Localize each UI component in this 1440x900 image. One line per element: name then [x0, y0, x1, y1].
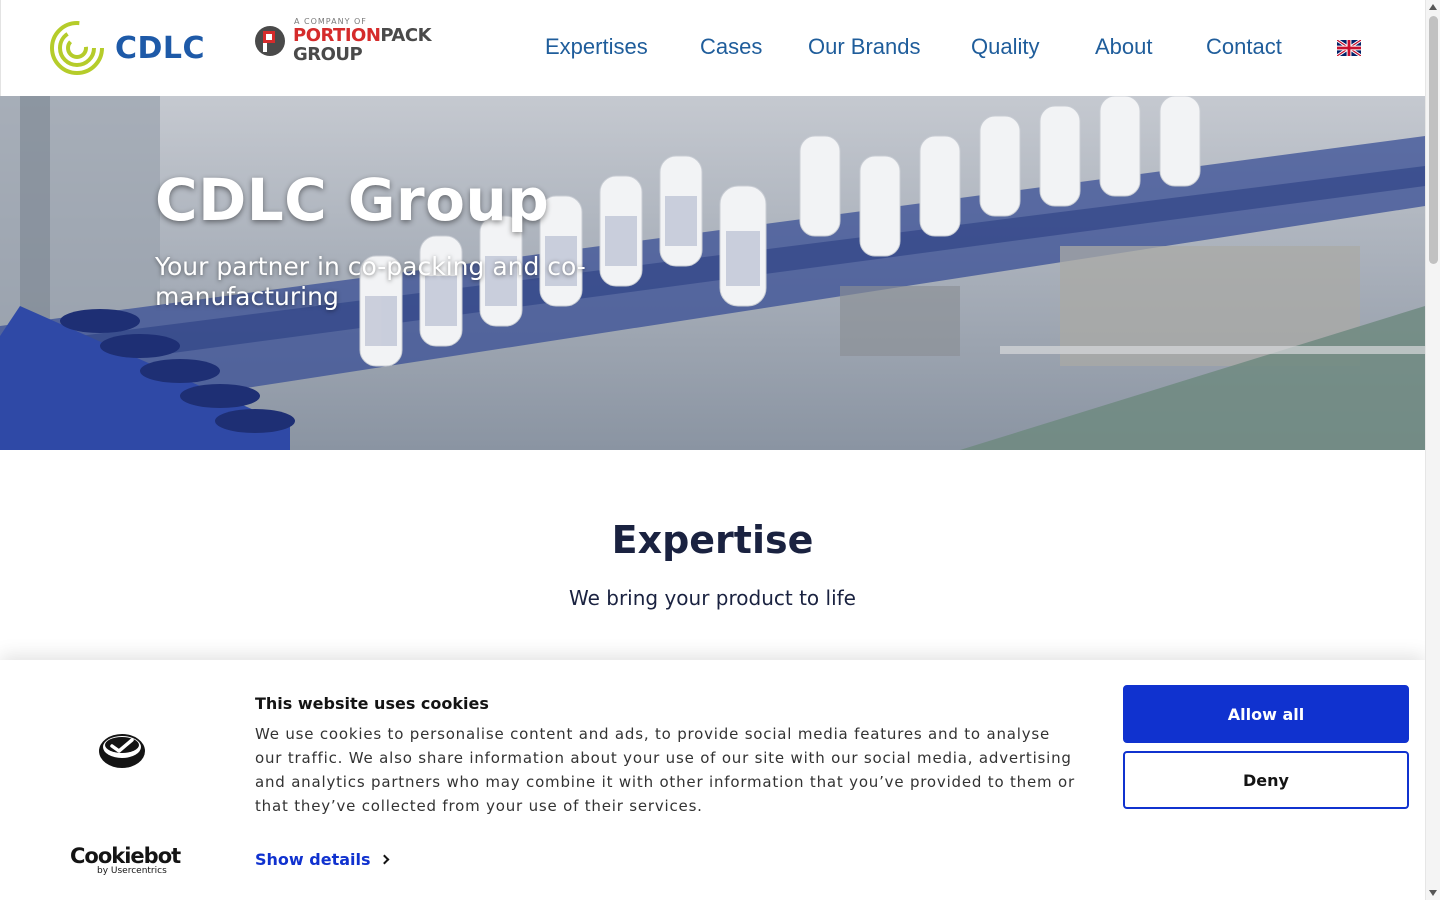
- portionpack-group: GROUP: [293, 44, 363, 65]
- expertise-heading: Expertise: [611, 518, 814, 562]
- uk-flag-icon[interactable]: [1337, 40, 1361, 56]
- nav-item-cases[interactable]: Cases: [700, 34, 762, 60]
- page-scrollbar[interactable]: [1425, 0, 1440, 900]
- cookiebot-brand-sub: by Usercentrics: [97, 866, 167, 876]
- portionpack-logo[interactable]: A COMPANY OF PORTIONPACK GROUP: [253, 18, 432, 65]
- portionpack-logo-icon: [255, 26, 285, 56]
- nav-item-expertises[interactable]: Expertises: [545, 34, 648, 60]
- nav-item-contact[interactable]: Contact: [1206, 34, 1282, 60]
- hero-title: CDLC Group: [155, 166, 550, 234]
- nav-item-quality[interactable]: Quality: [971, 34, 1039, 60]
- scroll-thumb[interactable]: [1429, 16, 1438, 264]
- cookiebot-brand: Cookiebot: [70, 844, 181, 868]
- portionpack-name: PORTIONPACK: [293, 25, 432, 46]
- scroll-up-icon[interactable]: [1429, 4, 1437, 10]
- cookie-banner: Cookiebot by Usercentrics This website u…: [0, 660, 1425, 900]
- cookie-text: We use cookies to personalise content an…: [255, 725, 1075, 815]
- portionpack-name-part1: PORTION: [293, 25, 381, 46]
- nav-item-about[interactable]: About: [1095, 34, 1153, 60]
- hero-subtitle: Your partner in co-packing and co-manufa…: [155, 252, 586, 311]
- cookiebot-logo-icon: [99, 734, 145, 768]
- expertise-subtitle: We bring your product to life: [569, 586, 856, 610]
- allow-all-button[interactable]: Allow all: [1123, 685, 1409, 743]
- cdlc-logo-icon: [50, 21, 104, 75]
- chevron-right-icon: [379, 854, 389, 865]
- cdlc-logo[interactable]: CDLC: [49, 20, 205, 76]
- show-details-link[interactable]: Show details: [255, 850, 389, 869]
- portionpack-name-part2: PACK: [380, 25, 432, 46]
- hero-banner: CDLC Group Your partner in co-packing an…: [0, 96, 1425, 450]
- nav-item-our-brands[interactable]: Our Brands: [808, 34, 921, 60]
- show-details-label: Show details: [255, 850, 371, 869]
- deny-button[interactable]: Deny: [1123, 751, 1409, 809]
- cookie-title: This website uses cookies: [255, 694, 489, 713]
- scroll-down-icon[interactable]: [1429, 890, 1437, 896]
- cdlc-logo-text: CDLC: [115, 30, 206, 66]
- site-header: CDLC A COMPANY OF PORTIONPACK GROUP Expe…: [0, 0, 1425, 96]
